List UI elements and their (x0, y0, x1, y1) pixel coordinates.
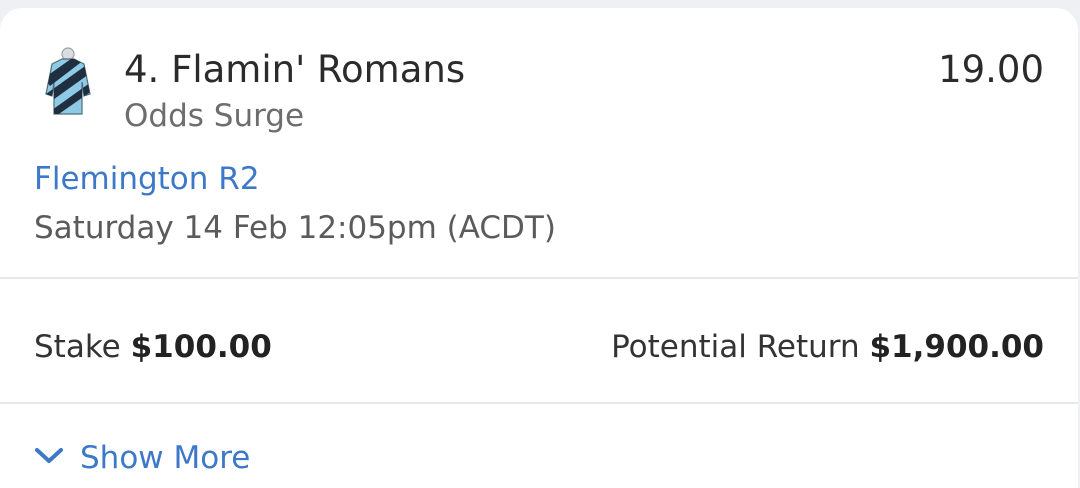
race-link[interactable]: Flemington R2 (34, 161, 260, 197)
show-more-button[interactable]: Show More (34, 440, 250, 476)
show-more-label: Show More (80, 440, 251, 476)
race-time: Saturday 14 Feb 12:05pm (ACDT) (34, 210, 556, 246)
stake-row: Stake $100.00 (34, 329, 272, 365)
divider (0, 402, 1078, 404)
potential-return-row: Potential Return $1,900.00 (611, 329, 1044, 365)
jockey-silk-icon (38, 44, 98, 120)
divider (0, 277, 1078, 279)
stake-value: $100.00 (130, 329, 272, 365)
runner-name: 4. Flamin' Romans (124, 48, 466, 91)
bet-card: 4. Flamin' Romans Odds Surge 19.00 Flemi… (0, 8, 1078, 488)
potential-return-label: Potential Return (611, 329, 860, 365)
stake-label: Stake (34, 329, 121, 365)
bet-type-label: Odds Surge (124, 98, 305, 134)
odds-value: 19.00 (938, 48, 1044, 91)
chevron-down-icon (34, 446, 80, 470)
potential-return-value: $1,900.00 (869, 329, 1044, 365)
